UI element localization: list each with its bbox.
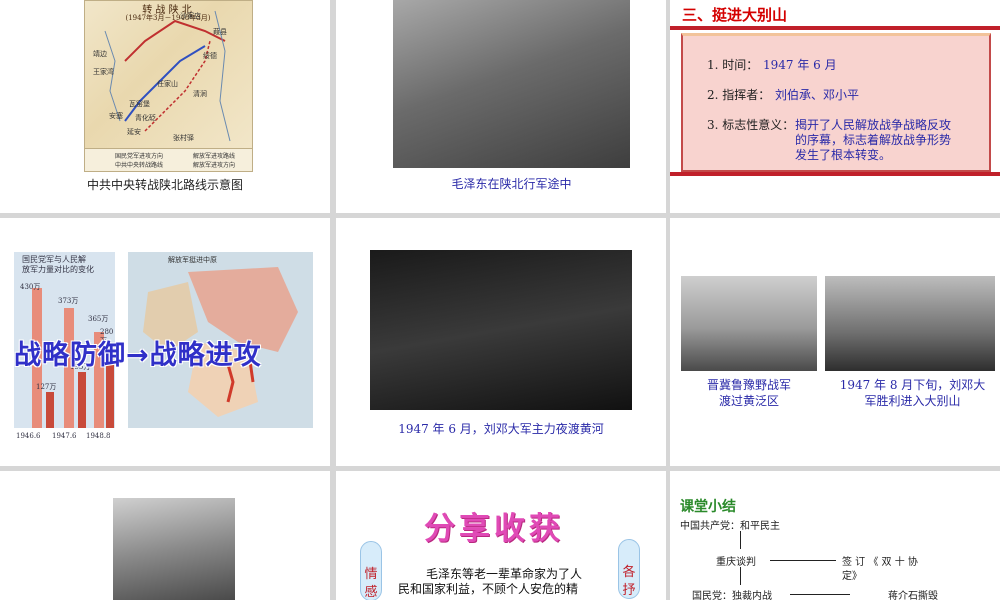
- slide-caption: 毛泽东在陕北行军途中: [451, 177, 572, 191]
- value-label: 127万: [36, 383, 57, 391]
- slide-7[interactable]: [0, 471, 330, 600]
- slide-caption: 中共中央转战陕北路线示意图: [86, 178, 243, 192]
- value-label: 430万: [20, 283, 41, 291]
- slide-9[interactable]: 课堂小结 中国共产党：和平民主 重庆谈判 签 订 《 双 十 协 定》 国民党：…: [670, 471, 1000, 600]
- reflection-line: 毛泽东等老一辈革命家为了人: [426, 567, 583, 581]
- slide-caption: 1947 年 6 月，刘邓大军主力夜渡黄河: [398, 422, 604, 436]
- place-label: 张村驿: [173, 134, 194, 142]
- summary-node: 国民党：独裁内战: [692, 591, 772, 600]
- slide-3[interactable]: 三、挺进大别山 1. 时间： 1947 年 6 月 2. 指挥者： 刘伯承、邓小…: [670, 0, 1000, 213]
- place-label: 沙家店: [180, 12, 201, 20]
- section-heading: 三、挺进大别山: [682, 6, 788, 24]
- map-legend: 国民党军进攻方向 中共中央转战路线 解放军进攻路线 解放军进攻方向: [85, 148, 252, 171]
- summary-node: 签 订 《 双 十 协: [842, 557, 918, 568]
- connector: [790, 594, 850, 595]
- row-value: 1947 年 6 月: [763, 58, 837, 72]
- legend-item: 中共中央转战路线: [115, 162, 164, 169]
- yellow-river-crossing-photo: [370, 250, 632, 410]
- mao-march-photo: [393, 0, 630, 168]
- summary-node: 中国共产党：和平民主: [680, 521, 780, 532]
- row-label: 2. 指挥者：: [707, 88, 771, 102]
- slide-caption: 1947 年 8 月下旬，刘邓大: [839, 378, 986, 392]
- connector: [770, 560, 836, 561]
- place-label: 安塞: [109, 112, 123, 120]
- legend-item: 解放军进攻方向: [193, 162, 236, 169]
- divider: [670, 172, 1000, 176]
- chart-bar: [78, 372, 86, 428]
- slide-caption: 晋冀鲁豫野战军: [706, 378, 791, 392]
- summary-node: 蒋介石撕毁: [888, 591, 938, 600]
- row-value: 刘伯承、邓小平: [775, 88, 860, 102]
- summary-node: 重庆谈判: [716, 557, 756, 568]
- slide-caption: 渡过黄泛区: [718, 394, 779, 408]
- year-label: 1946.6: [16, 432, 41, 440]
- share-gains-title: 分享收获: [424, 511, 564, 547]
- emotion-oval: 情感: [360, 541, 382, 600]
- place-label: 靖边: [93, 50, 107, 58]
- divider: [670, 26, 1000, 30]
- place-label: 王家湾: [93, 68, 114, 76]
- floodplain-crossing-photo: [681, 276, 817, 371]
- chart-title: 放军力量对比的变化: [22, 265, 94, 274]
- opinion-oval: 各抒: [618, 539, 640, 599]
- slide-1[interactable]: 转 战 陕 北 (1947年3月－1948年3月) 沙家店 葭县 绥德 靖边 王…: [0, 0, 330, 213]
- place-label: 瓦窑堡: [129, 100, 150, 108]
- row-value: 发生了根本转变。: [795, 148, 892, 162]
- leaders-photo: [113, 498, 235, 600]
- dabie-mountain-photo: [825, 276, 995, 371]
- legend-item: 解放军进攻路线: [193, 153, 236, 160]
- place-label: 葭县: [213, 28, 227, 36]
- summary-node: 定》: [842, 571, 862, 582]
- year-label: 1947.6: [52, 432, 77, 440]
- strategy-shift-text: 战略防御→战略进攻: [14, 340, 262, 371]
- year-label: 1948.8: [86, 432, 111, 440]
- place-label: 延安: [127, 128, 141, 136]
- place-label: 清涧: [193, 90, 207, 98]
- slide-6[interactable]: 晋冀鲁豫野战军 渡过黄泛区 1947 年 8 月下旬，刘邓大 军胜利进入大别山: [670, 218, 1000, 466]
- slide-2[interactable]: 毛泽东在陕北行军途中: [336, 0, 666, 213]
- place-label: 青化砭: [135, 114, 156, 122]
- shaanbei-route-map: 转 战 陕 北 (1947年3月－1948年3月) 沙家店 葭县 绥德 靖边 王…: [84, 0, 253, 172]
- slide-5[interactable]: 1947 年 6 月，刘邓大军主力夜渡黄河: [336, 218, 666, 466]
- info-box: 1. 时间： 1947 年 6 月 2. 指挥者： 刘伯承、邓小平 3. 标志性…: [681, 33, 991, 172]
- slide-4[interactable]: 国民党军与人民解 放军力量对比的变化 430万 373万 365万 280万 1…: [0, 218, 330, 466]
- summary-heading: 课堂小结: [680, 499, 736, 515]
- value-label: 365万: [88, 315, 109, 323]
- value-label: 373万: [58, 297, 79, 305]
- slide-caption: 军胜利进入大别山: [864, 394, 961, 408]
- chart-bar: [46, 392, 54, 428]
- place-label: 绥德: [203, 52, 217, 60]
- connector: [740, 531, 741, 549]
- slide-8[interactable]: 分享收获 情感 各抒 毛泽东等老一辈革命家为了人 民和国家利益，不顾个人安危的精: [336, 471, 666, 600]
- place-label: 任家山: [157, 80, 178, 88]
- connector: [740, 567, 741, 585]
- legend-item: 国民党军进攻方向: [115, 153, 164, 160]
- reflection-line: 民和国家利益，不顾个人安危的精: [398, 582, 579, 596]
- reflection-text: 毛泽东等老一辈革命家为了人 民和国家利益，不顾个人安危的精: [398, 567, 598, 597]
- row-label: 3. 标志性意义：: [707, 118, 795, 132]
- row-label: 1. 时间：: [707, 58, 759, 72]
